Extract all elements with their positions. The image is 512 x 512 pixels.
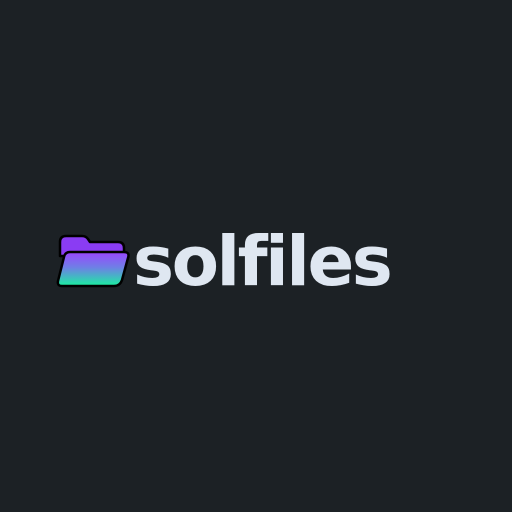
brand-wordmark: solfiles [133,222,393,302]
folder-icon [56,234,130,288]
logo-canvas: solfiles [0,0,512,512]
solfiles-logo: solfiles [56,222,456,302]
